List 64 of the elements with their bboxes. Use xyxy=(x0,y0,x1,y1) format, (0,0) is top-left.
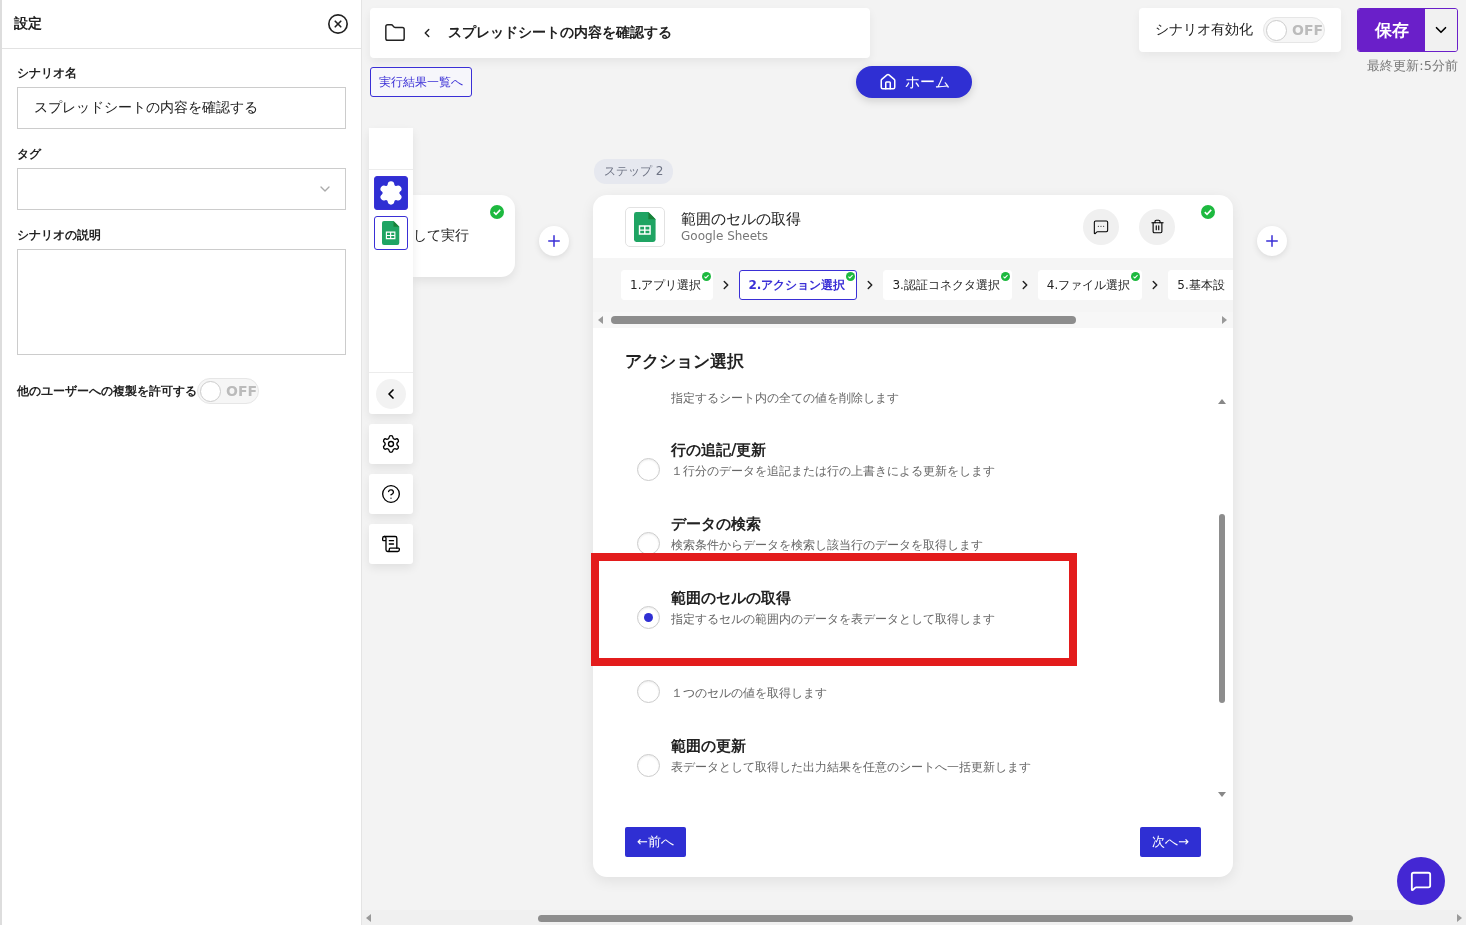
option-title: 範囲の更新 xyxy=(671,736,747,757)
option-title: 範囲のセルの取得 xyxy=(671,588,792,609)
option-row[interactable]: 範囲の更新 表データとして取得した出力結果を任意のシートへ一括更新します xyxy=(593,719,1215,793)
previous-button[interactable]: ←前へ xyxy=(625,827,686,857)
receipt-icon xyxy=(381,534,401,554)
spreadsheet-icon xyxy=(382,221,400,245)
panel-title: 設定 xyxy=(14,15,42,33)
chat-button[interactable] xyxy=(1397,857,1445,905)
collapse-button[interactable] xyxy=(376,378,406,409)
chat-icon xyxy=(1410,870,1432,892)
add-step-button[interactable] xyxy=(1257,226,1287,256)
next-button[interactable]: 次へ→ xyxy=(1140,827,1201,857)
section-heading: アクション選択 xyxy=(625,350,745,373)
step-tab[interactable]: 1.アプリ選択 xyxy=(621,270,714,300)
step-title: 範囲のセルの取得 xyxy=(681,210,802,229)
comment-button[interactable] xyxy=(1083,208,1119,245)
toggle-label: シナリオ有効化 xyxy=(1155,21,1253,39)
last-updated: 最終更新:5分前 xyxy=(1367,57,1458,75)
node-card[interactable]: して実行 xyxy=(413,195,515,277)
field-label: シナリオ名 xyxy=(17,65,78,82)
settings-button[interactable] xyxy=(369,424,413,464)
add-step-button[interactable] xyxy=(539,226,569,256)
gear-tile[interactable] xyxy=(374,176,408,210)
results-link[interactable]: 実行結果一覧へ xyxy=(370,67,472,97)
option-description: 指定するシート内の全ての値を削除します xyxy=(671,390,899,407)
step-label: ステップ 2 xyxy=(594,159,674,184)
step-tab[interactable]: 4.ファイル選択 xyxy=(1037,270,1143,300)
settings-icon xyxy=(381,434,401,454)
toggle-label: 他のユーザーへの複製を許可する xyxy=(17,382,197,400)
option-title: 行の追記/更新 xyxy=(671,440,768,461)
help-icon xyxy=(381,484,401,504)
home-icon xyxy=(878,73,897,91)
home-button[interactable]: ホーム xyxy=(856,66,972,98)
trash-icon xyxy=(1149,219,1165,234)
option-row[interactable]: 範囲のセルの取得 指定するセルの範囲内のデータを表データとして取得します xyxy=(593,571,1215,645)
sheet-tile[interactable] xyxy=(374,216,408,250)
close-icon[interactable] xyxy=(327,13,349,35)
scenario-title: スプレッドシートの内容を確認する xyxy=(448,24,672,42)
comment-icon xyxy=(1093,218,1109,235)
log-button[interactable] xyxy=(369,524,413,564)
option-title: データの検索 xyxy=(671,514,762,535)
step-tab[interactable]: 5.基本設 xyxy=(1168,270,1233,300)
option-description: 表データとして取得した出力結果を任意のシートへ一括更新します xyxy=(671,759,1031,776)
option-row[interactable]: 行の追記/更新 １行分のデータを追記または行の上書きによる更新をします xyxy=(593,423,1215,497)
option-description: 検索条件からデータを検索し該当行のデータを取得します xyxy=(671,537,983,554)
option-row[interactable]: 指定するシート内の全ての値を削除します xyxy=(593,383,1215,423)
input-field[interactable]: スプレッドシートの内容を確認する xyxy=(17,87,346,129)
app-name: Google Sheets xyxy=(681,229,770,243)
select-field[interactable] xyxy=(17,168,346,210)
option-description: １行分のデータを追記または行の上書きによる更新をします xyxy=(671,463,995,480)
option-row[interactable]: データの検索 検索条件からデータを検索し該当行のデータを取得します xyxy=(593,497,1215,571)
spreadsheet-icon xyxy=(634,211,656,242)
node-label: して実行 xyxy=(413,227,469,245)
field-label: シナリオの説明 xyxy=(17,227,102,244)
delete-button[interactable] xyxy=(1139,208,1175,245)
folder-icon[interactable] xyxy=(384,22,406,44)
option-row[interactable]: １つのセルの値を取得します xyxy=(593,645,1215,719)
option-description: １つのセルの値を取得します xyxy=(671,685,827,702)
step-tab[interactable]: 2.アクション選択 xyxy=(739,270,858,300)
help-button[interactable] xyxy=(369,474,413,514)
field-label: タグ xyxy=(17,146,43,163)
step-tab[interactable]: 3.認証コネクタ選択 xyxy=(883,270,1012,300)
option-description: 指定するセルの範囲内のデータを表データとして取得します xyxy=(671,611,995,628)
save-button[interactable]: 保存 xyxy=(1358,9,1425,51)
